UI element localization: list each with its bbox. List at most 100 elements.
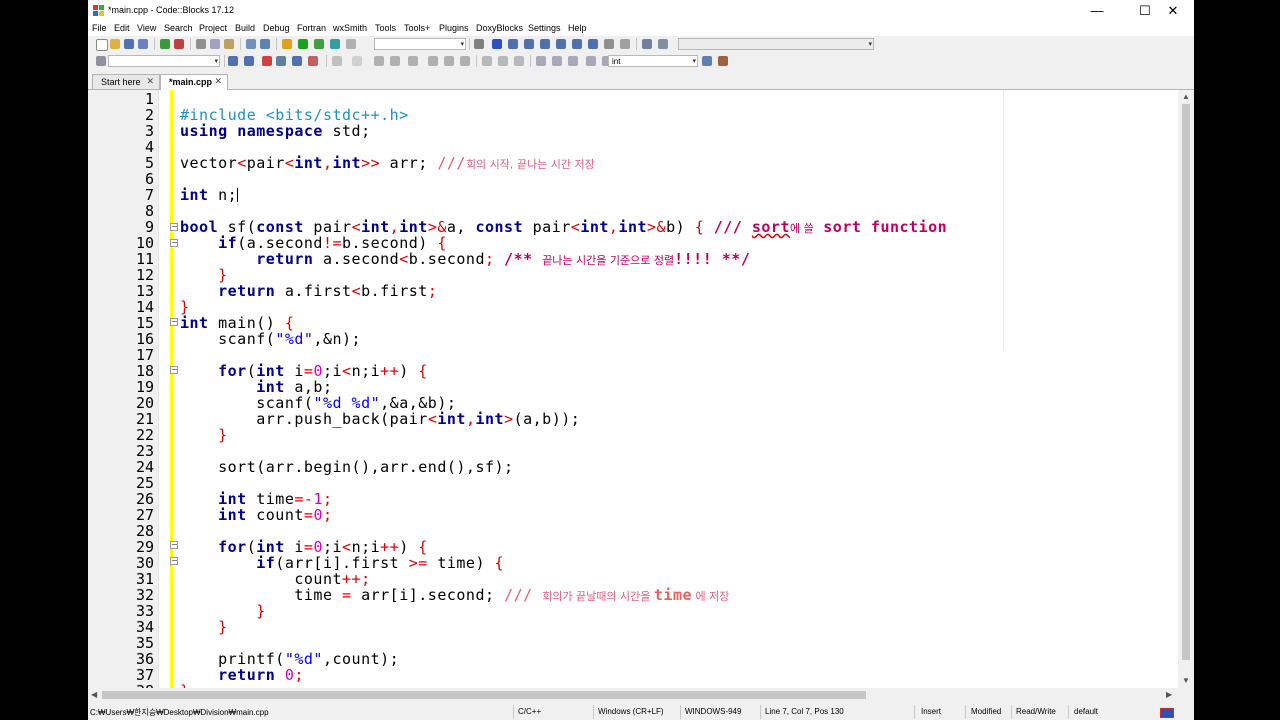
next-line-icon[interactable] [524, 39, 534, 49]
code-editor[interactable]: − − − − − − 1 2 3 4 5 6 7 8 9 10 11 12 1… [88, 90, 1194, 688]
debug-icon[interactable] [474, 39, 484, 49]
run-doxywizard-icon[interactable] [482, 56, 492, 66]
open-file-icon[interactable] [110, 39, 120, 49]
run-icon[interactable] [298, 39, 308, 49]
step-out-icon[interactable] [556, 39, 566, 49]
comment-icon[interactable] [308, 56, 318, 66]
menu-wxsmith[interactable]: wxSmith [333, 23, 367, 33]
html-help-icon[interactable] [498, 56, 508, 66]
menu-tools[interactable]: Tools [375, 23, 396, 33]
menu-fortran[interactable]: Fortran [297, 23, 326, 33]
search-icon[interactable] [702, 56, 712, 66]
jump-back-icon[interactable] [228, 56, 238, 66]
debug-windows-icon[interactable] [642, 39, 652, 49]
vertical-scroll-thumb[interactable] [1182, 104, 1190, 660]
line-number: 24 [135, 458, 154, 476]
next-instruction-icon[interactable] [572, 39, 582, 49]
code-line: count++; [294, 570, 371, 588]
close-icon[interactable]: ✕ [146, 76, 154, 87]
replace-icon[interactable] [260, 39, 270, 49]
build-icon[interactable] [282, 39, 292, 49]
redo-icon[interactable] [174, 39, 184, 49]
doc-icon[interactable] [374, 56, 384, 66]
line-number: 8 [144, 202, 154, 220]
find-icon[interactable] [246, 39, 256, 49]
menu-plugins[interactable]: Plugins [439, 23, 469, 33]
copy-icon[interactable] [210, 39, 220, 49]
pause-icon[interactable] [604, 39, 614, 49]
menu-doxyblocks[interactable]: DoxyBlocks [476, 23, 523, 33]
menu-settings[interactable]: Settings [528, 23, 561, 33]
stop-debugger-icon[interactable] [620, 39, 630, 49]
line-comment-icon[interactable] [428, 56, 438, 66]
chm-help-icon[interactable] [514, 56, 524, 66]
doc-extract-icon[interactable] [390, 56, 400, 66]
symbol-select[interactable]: ▾ [108, 55, 220, 67]
vertical-scrollbar[interactable]: ▲ ▼ [1178, 90, 1194, 688]
build-and-run-icon[interactable] [314, 39, 324, 49]
tab-main-cpp[interactable]: *main.cpp ✕ [160, 74, 228, 90]
fold-toggle-icon[interactable]: − [170, 239, 178, 247]
zoom-reset-icon[interactable] [568, 56, 578, 66]
rectangle-icon[interactable] [352, 56, 362, 66]
undo-icon[interactable] [160, 39, 170, 49]
horizontal-scroll-thumb[interactable] [102, 691, 866, 699]
text-style-icon[interactable] [292, 56, 302, 66]
keyboard-flag-icon [1160, 708, 1174, 718]
cut-icon[interactable] [196, 39, 206, 49]
toggle-bookmark-icon[interactable] [276, 56, 286, 66]
line-number: 11 [135, 250, 154, 268]
jump-forward-icon[interactable] [244, 56, 254, 66]
incremental-search-input[interactable]: int ▾ [608, 55, 698, 67]
jump-icon[interactable] [96, 56, 106, 66]
fold-toggle-icon[interactable]: − [170, 223, 178, 231]
save-all-icon[interactable] [138, 39, 148, 49]
menu-search[interactable]: Search [164, 23, 193, 33]
paste-icon[interactable] [224, 39, 234, 49]
save-icon[interactable] [124, 39, 134, 49]
block-comment-icon[interactable] [444, 56, 454, 66]
step-into-icon[interactable] [540, 39, 550, 49]
menu-project[interactable]: Project [199, 23, 227, 33]
menu-file[interactable]: File [92, 23, 107, 33]
fold-toggle-icon[interactable]: − [170, 541, 178, 549]
debug-continue-icon[interactable] [492, 39, 502, 49]
menu-edit[interactable]: Edit [114, 23, 130, 33]
scroll-right-icon[interactable]: ▶ [1166, 690, 1172, 699]
select-icon[interactable] [332, 56, 342, 66]
file-path: C:₩Users₩한지승₩Desktop₩Division₩main.cpp [90, 708, 269, 717]
menu-debug[interactable]: Debug [263, 23, 290, 33]
scroll-left-icon[interactable]: ◀ [91, 690, 97, 699]
run-to-cursor-icon[interactable] [508, 39, 518, 49]
fold-toggle-icon[interactable]: − [170, 366, 178, 374]
line-number: 28 [135, 522, 154, 540]
code-completion-scope-select[interactable]: ▾ [678, 38, 874, 50]
code-line: } [256, 602, 266, 620]
new-file-icon[interactable] [96, 39, 108, 51]
step-into-instruction-icon[interactable] [588, 39, 598, 49]
fold-toggle-icon[interactable]: − [170, 557, 178, 565]
zoom-out-icon[interactable] [552, 56, 562, 66]
menu-help[interactable]: Help [568, 23, 587, 33]
abort-icon[interactable] [346, 39, 356, 49]
uncomment-icon[interactable] [460, 56, 470, 66]
close-window-button[interactable]: ✕ [1154, 0, 1192, 22]
minimize-button[interactable]: — [1078, 0, 1116, 22]
zoom-in-icon[interactable] [536, 56, 546, 66]
fold-toggle-icon[interactable]: − [170, 318, 178, 326]
scroll-down-icon[interactable]: ▼ [1182, 676, 1190, 685]
block-icon[interactable] [408, 56, 418, 66]
menu-build[interactable]: Build [235, 23, 255, 33]
build-target-select[interactable]: ▾ [374, 38, 466, 50]
match-case-icon[interactable] [586, 56, 596, 66]
scroll-up-icon[interactable]: ▲ [1182, 92, 1190, 101]
horizontal-scrollbar[interactable]: ◀ ▶ [88, 688, 1178, 702]
menu-tools-plus[interactable]: Tools+ [404, 23, 430, 33]
debug-info-icon[interactable] [658, 39, 668, 49]
menu-view[interactable]: View [137, 23, 156, 33]
tab-start-here[interactable]: Start here ✕ [92, 74, 160, 89]
highlight-icon[interactable] [262, 56, 272, 66]
rebuild-icon[interactable] [330, 39, 340, 49]
close-icon[interactable]: ✕ [214, 76, 222, 87]
settings-icon[interactable] [718, 56, 728, 66]
